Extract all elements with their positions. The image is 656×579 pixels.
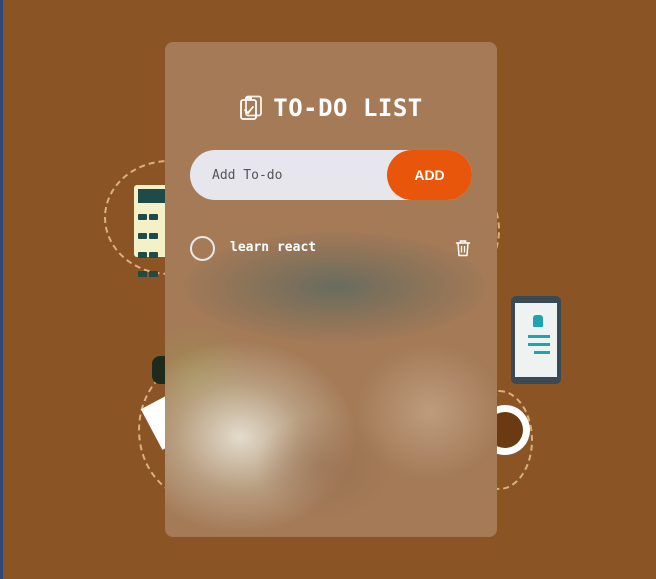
- trash-icon[interactable]: [455, 239, 471, 257]
- clipboard-check-icon: [240, 95, 263, 120]
- todo-item: learn react: [190, 236, 472, 262]
- app-title: TO-DO LIST: [273, 94, 423, 122]
- header: TO-DO LIST: [165, 94, 497, 122]
- todo-card: TO-DO LIST ADD learn react: [165, 42, 497, 537]
- add-todo-form: ADD: [190, 150, 472, 200]
- add-button[interactable]: ADD: [387, 150, 472, 200]
- todo-label: learn react: [230, 240, 317, 255]
- todo-input[interactable]: [190, 150, 390, 200]
- todo-checkbox[interactable]: [190, 236, 215, 261]
- smartphone-icon: [511, 296, 561, 384]
